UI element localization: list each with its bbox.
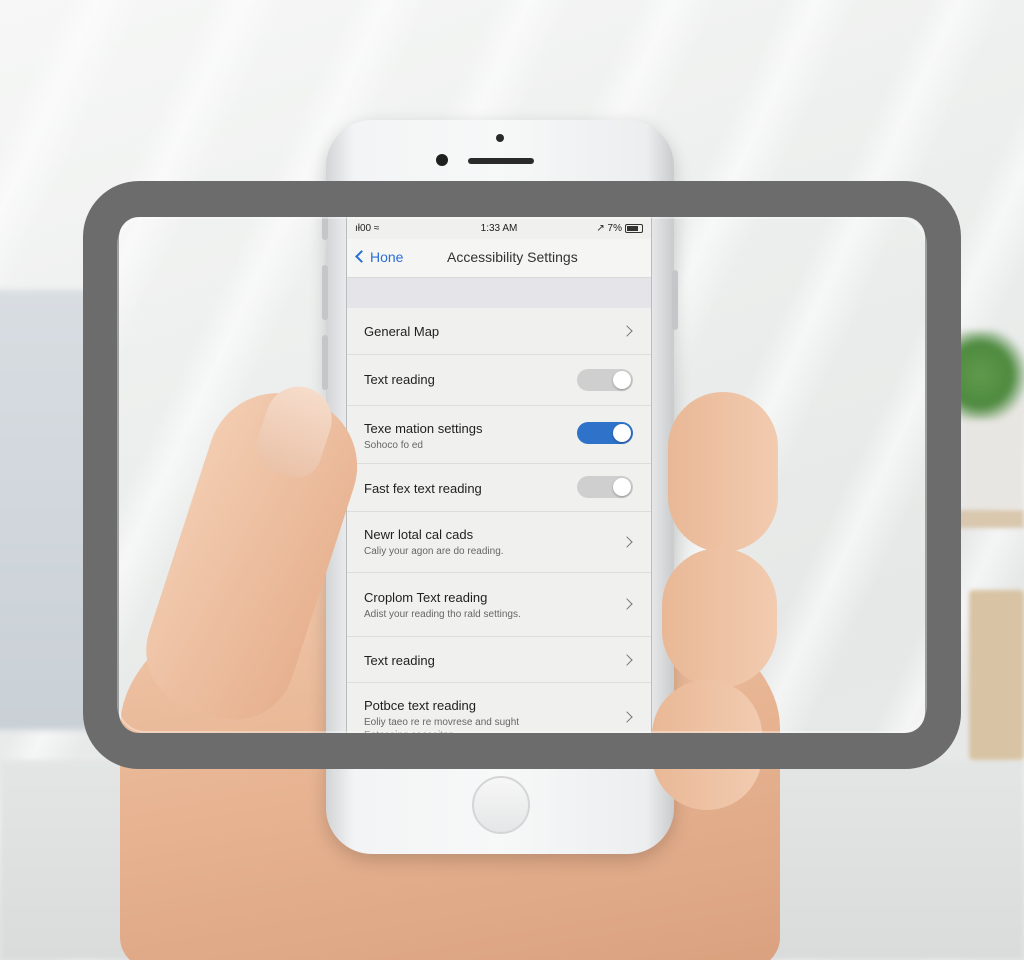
row-label: Croplom Text reading <box>364 590 488 605</box>
row-subtitle: Adist your reading tho rald settings. <box>364 609 521 620</box>
toggle-knob <box>613 478 631 496</box>
battery-icon <box>625 223 643 233</box>
settings-row-general-map[interactable]: General Map <box>347 308 651 355</box>
volume-down-button <box>322 335 328 390</box>
battery-percent: ↗ 7% <box>596 223 622 234</box>
phone-screen: ıł00 ≈ 1:33 AM ↗ 7% Hone Accessibility S… <box>346 216 652 742</box>
smartphone: ıł00 ≈ 1:33 AM ↗ 7% Hone Accessibility S… <box>322 120 678 854</box>
front-camera-icon <box>436 154 448 166</box>
row-subtitle-2: Eotosaing soosaiton <box>364 730 455 741</box>
home-button[interactable] <box>472 776 530 834</box>
back-label: Hone <box>370 249 404 265</box>
toggle-knob <box>613 371 631 389</box>
back-button[interactable]: Hone <box>355 249 404 265</box>
row-subtitle: Eoliy taeo re re movrese and sught <box>364 717 520 728</box>
power-button <box>672 270 678 330</box>
blurred-shelf <box>954 510 1024 528</box>
text-reading-toggle[interactable] <box>577 369 633 391</box>
toggle-knob <box>613 424 631 442</box>
volume-up-button <box>322 265 328 320</box>
settings-row-text-reading: Text reading <box>347 355 651 406</box>
index-finger <box>668 392 778 552</box>
section-separator <box>347 278 651 308</box>
settings-list: General Map Text reading Texe mation set… <box>347 308 651 741</box>
blurred-box <box>969 590 1024 760</box>
row-label: General Map <box>364 324 440 339</box>
battery-indicator: ↗ 7% <box>596 223 643 234</box>
chevron-left-icon <box>355 250 368 263</box>
row-label: Text reading <box>364 653 435 668</box>
fast-text-reading-toggle[interactable] <box>577 476 633 498</box>
settings-row-mation-settings: Texe mation settings Sohoco fo ed <box>347 406 651 464</box>
mation-settings-toggle[interactable] <box>577 422 633 444</box>
settings-row-fast-text-reading: Fast fex text reading <box>347 464 651 512</box>
row-subtitle: Sohoco fo ed <box>364 440 423 451</box>
navigation-bar: Hone Accessibility Settings <box>347 239 651 278</box>
chevron-right-icon <box>621 711 633 723</box>
chevron-right-icon <box>621 536 633 548</box>
page-title: Accessibility Settings <box>447 249 578 265</box>
photo-scene: ıł00 ≈ 1:33 AM ↗ 7% Hone Accessibility S… <box>0 0 1024 960</box>
settings-row-potbce-text-reading[interactable]: Potbce text reading Eoliy taeo re re mov… <box>347 683 651 741</box>
chevron-right-icon <box>621 598 633 610</box>
chevron-right-icon <box>621 325 633 337</box>
proximity-sensor <box>496 134 504 142</box>
row-label: Text reading <box>364 372 435 387</box>
row-label: Texe mation settings <box>364 421 483 436</box>
mute-switch <box>322 210 328 240</box>
row-label: Potbce text reading <box>364 698 477 713</box>
middle-finger <box>662 548 777 688</box>
ring-finger <box>652 680 762 810</box>
chevron-right-icon <box>621 654 633 666</box>
settings-row-local-cards[interactable]: Newr lotal cal cads Caliy your agon are … <box>347 512 651 573</box>
status-bar: ıł00 ≈ 1:33 AM ↗ 7% <box>347 217 651 237</box>
row-subtitle: Caliy your agon are do reading. <box>364 546 504 557</box>
blurred-plant <box>944 330 1024 420</box>
settings-row-text-reading-2[interactable]: Text reading <box>347 637 651 683</box>
settings-row-croplom-text-reading[interactable]: Croplom Text reading Adist your reading … <box>347 573 651 637</box>
earpiece-speaker <box>468 158 534 164</box>
row-label: Fast fex text reading <box>364 481 482 496</box>
blurred-monitor <box>0 290 110 730</box>
row-label: Newr lotal cal cads <box>364 527 474 542</box>
